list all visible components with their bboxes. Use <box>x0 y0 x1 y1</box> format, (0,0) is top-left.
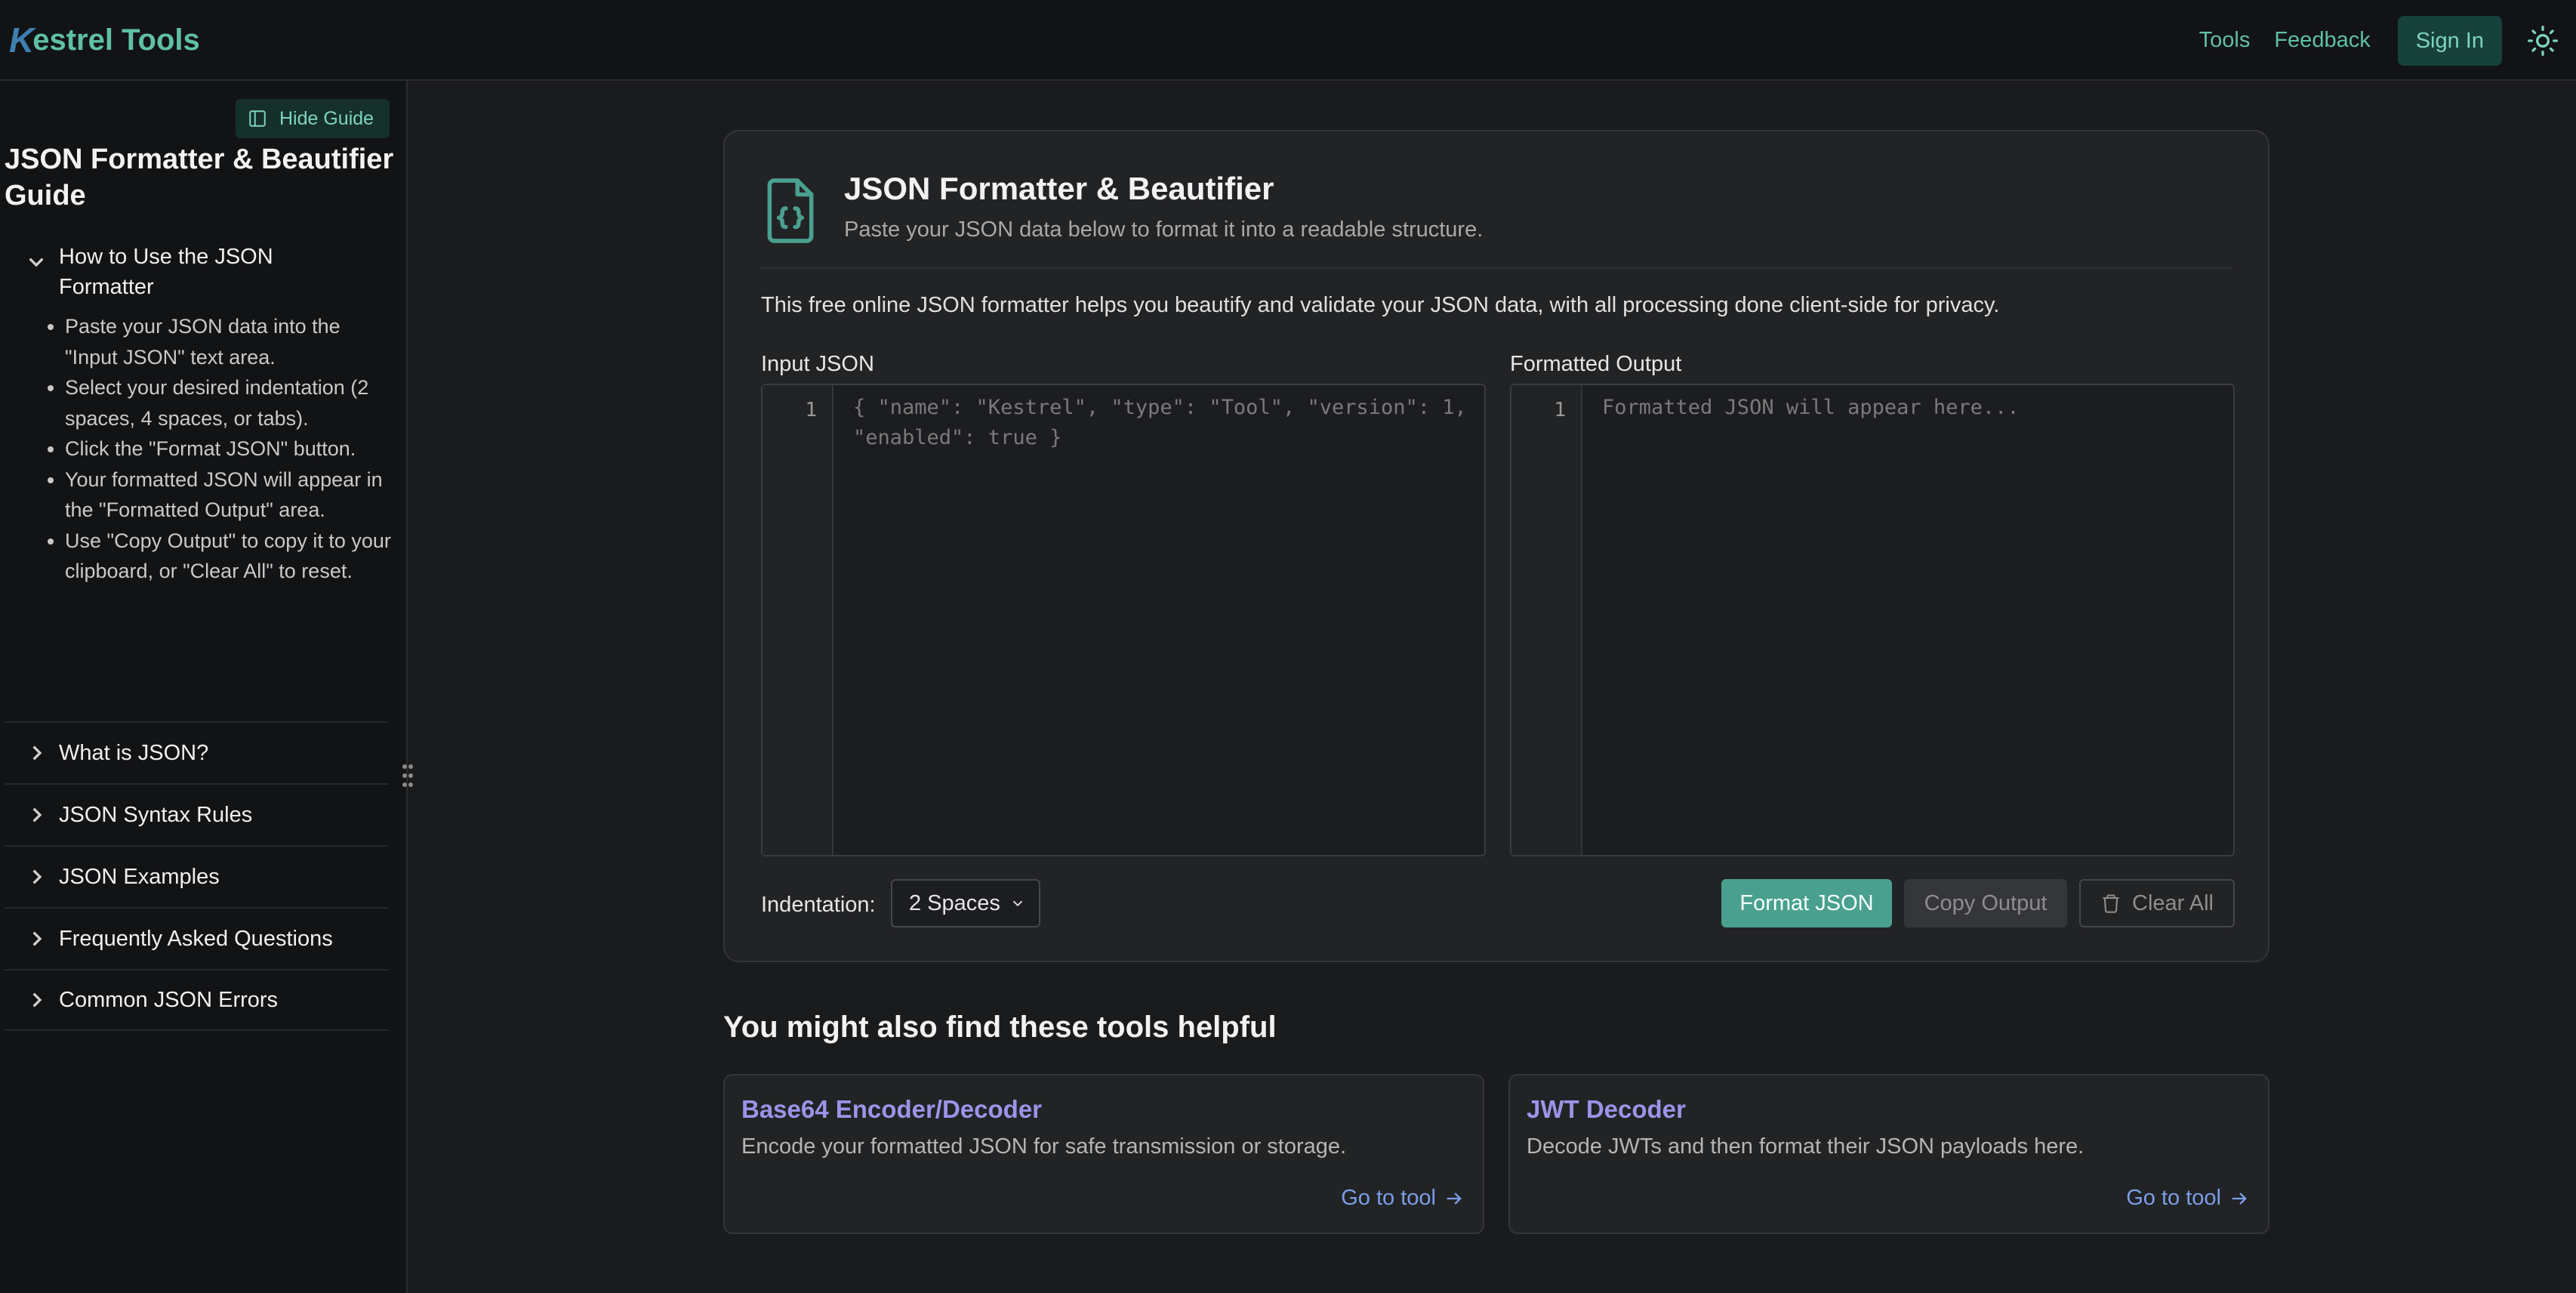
guide-sidebar: Hide Guide JSON Formatter & Beautifier G… <box>0 81 413 1293</box>
line-number: 1 <box>763 385 834 855</box>
tool-name[interactable]: JWT Decoder <box>1527 1095 1686 1124</box>
formatted-output-editor[interactable]: 1 Formatted JSON will appear here... <box>1510 384 2235 856</box>
logo-mark: K <box>9 20 34 60</box>
section-title: How to Use the JSON Formatter <box>59 245 273 299</box>
formatted-output-label: Formatted Output <box>1510 352 1682 376</box>
format-json-button[interactable]: Format JSON <box>1721 879 1892 927</box>
go-to-tool-label: Go to tool <box>1341 1186 1436 1210</box>
nav-link-tools[interactable]: Tools <box>2199 28 2251 53</box>
logo-text: estrel Tools <box>32 23 200 57</box>
guide-section-how-to-use: How to Use the JSON Formatter Paste your… <box>5 242 391 587</box>
section-title: JSON Examples <box>59 865 220 889</box>
indentation-select[interactable]: 2 Spaces <box>891 879 1040 927</box>
section-toggle-faq[interactable]: Frequently Asked Questions <box>5 907 388 969</box>
sidebar-panel-icon <box>249 110 266 127</box>
tool-card-jwt[interactable]: JWT Decoder Decode JWTs and then format … <box>1508 1074 2269 1234</box>
chevron-right-icon <box>32 745 42 761</box>
suggestions-title: You might also find these tools helpful <box>723 1011 1277 1044</box>
top-nav: Tools Feedback Sign In <box>2199 0 2576 81</box>
arrow-right-icon <box>2232 1192 2247 1205</box>
page-subtitle: Paste your JSON data below to format it … <box>844 218 1484 242</box>
indentation-label: Indentation: <box>761 893 876 917</box>
hide-guide-label: Hide Guide <box>279 107 374 129</box>
chevron-right-icon <box>32 807 42 822</box>
file-json-icon <box>767 178 814 243</box>
top-header: K estrel Tools Tools Feedback Sign In <box>0 0 2576 81</box>
chevron-right-icon <box>32 992 42 1008</box>
nav-link-feedback[interactable]: Feedback <box>2274 28 2370 53</box>
guide-title: JSON Formatter & Beautifier Guide <box>5 143 394 211</box>
logo[interactable]: K estrel Tools <box>9 14 200 66</box>
how-to-steps: Paste your JSON data into the "Input JSO… <box>5 311 397 587</box>
list-item: Click the "Format JSON" button. <box>65 434 397 464</box>
chevron-right-icon <box>32 869 42 884</box>
input-json-placeholder: { "name": "Kestrel", "type": "Tool", "ve… <box>853 396 1467 449</box>
line-number: 1 <box>1511 385 1582 855</box>
go-to-tool-label: Go to tool <box>2126 1186 2221 1210</box>
input-json-label: Input JSON <box>761 352 874 376</box>
section-toggle-what-is-json[interactable]: What is JSON? <box>5 721 388 783</box>
clear-all-label: Clear All <box>2132 890 2214 915</box>
formatter-card: JSON Formatter & Beautifier Paste your J… <box>723 130 2269 962</box>
section-toggle-syntax-rules[interactable]: JSON Syntax Rules <box>5 783 388 845</box>
resize-handle-icon[interactable] <box>400 761 415 791</box>
page-description: This free online JSON formatter helps yo… <box>761 293 2000 317</box>
divider <box>761 267 2232 269</box>
arrow-right-icon <box>1447 1192 1462 1205</box>
go-to-tool-link[interactable]: Go to tool <box>1341 1186 1465 1211</box>
section-toggle-how-to-use[interactable]: How to Use the JSON Formatter <box>5 242 388 302</box>
go-to-tool-link[interactable]: Go to tool <box>2126 1186 2250 1211</box>
tool-description: Encode your formatted JSON for safe tran… <box>741 1134 1347 1159</box>
section-title: What is JSON? <box>59 741 209 765</box>
guide-section-list: What is JSON? JSON Syntax Rules JSON Exa… <box>5 721 388 1031</box>
list-item: Use "Copy Output" to copy it to your cli… <box>65 526 397 587</box>
chevron-down-icon <box>29 258 44 267</box>
sun-icon[interactable] <box>2526 24 2559 57</box>
indentation-value: 2 Spaces <box>909 890 1000 915</box>
section-title: Common JSON Errors <box>59 988 279 1012</box>
section-toggle-examples[interactable]: JSON Examples <box>5 845 388 907</box>
list-item: Paste your JSON data into the "Input JSO… <box>65 311 397 372</box>
tool-name[interactable]: Base64 Encoder/Decoder <box>741 1095 1042 1124</box>
hide-guide-button[interactable]: Hide Guide <box>236 99 390 138</box>
section-title: JSON Syntax Rules <box>59 803 253 827</box>
page-title: JSON Formatter & Beautifier <box>844 171 1274 206</box>
tool-card-base64[interactable]: Base64 Encoder/Decoder Encode your forma… <box>723 1074 1484 1234</box>
sign-in-button[interactable]: Sign In <box>2397 15 2502 66</box>
copy-output-button[interactable]: Copy Output <box>1904 879 2067 927</box>
section-toggle-common-errors[interactable]: Common JSON Errors <box>5 969 388 1031</box>
clear-all-button[interactable]: Clear All <box>2079 879 2235 927</box>
trash-icon <box>2103 894 2119 913</box>
formatted-output-placeholder: Formatted JSON will appear here... <box>1602 396 2020 419</box>
chevron-right-icon <box>32 931 42 946</box>
chevron-down-icon <box>1012 900 1023 907</box>
list-item: Your formatted JSON will appear in the "… <box>65 464 397 526</box>
tool-description: Decode JWTs and then format their JSON p… <box>1527 1134 2085 1159</box>
section-title: Frequently Asked Questions <box>59 927 333 951</box>
input-json-editor[interactable]: 1 { "name": "Kestrel", "type": "Tool", "… <box>761 384 1486 856</box>
list-item: Select your desired indentation (2 space… <box>65 372 397 434</box>
